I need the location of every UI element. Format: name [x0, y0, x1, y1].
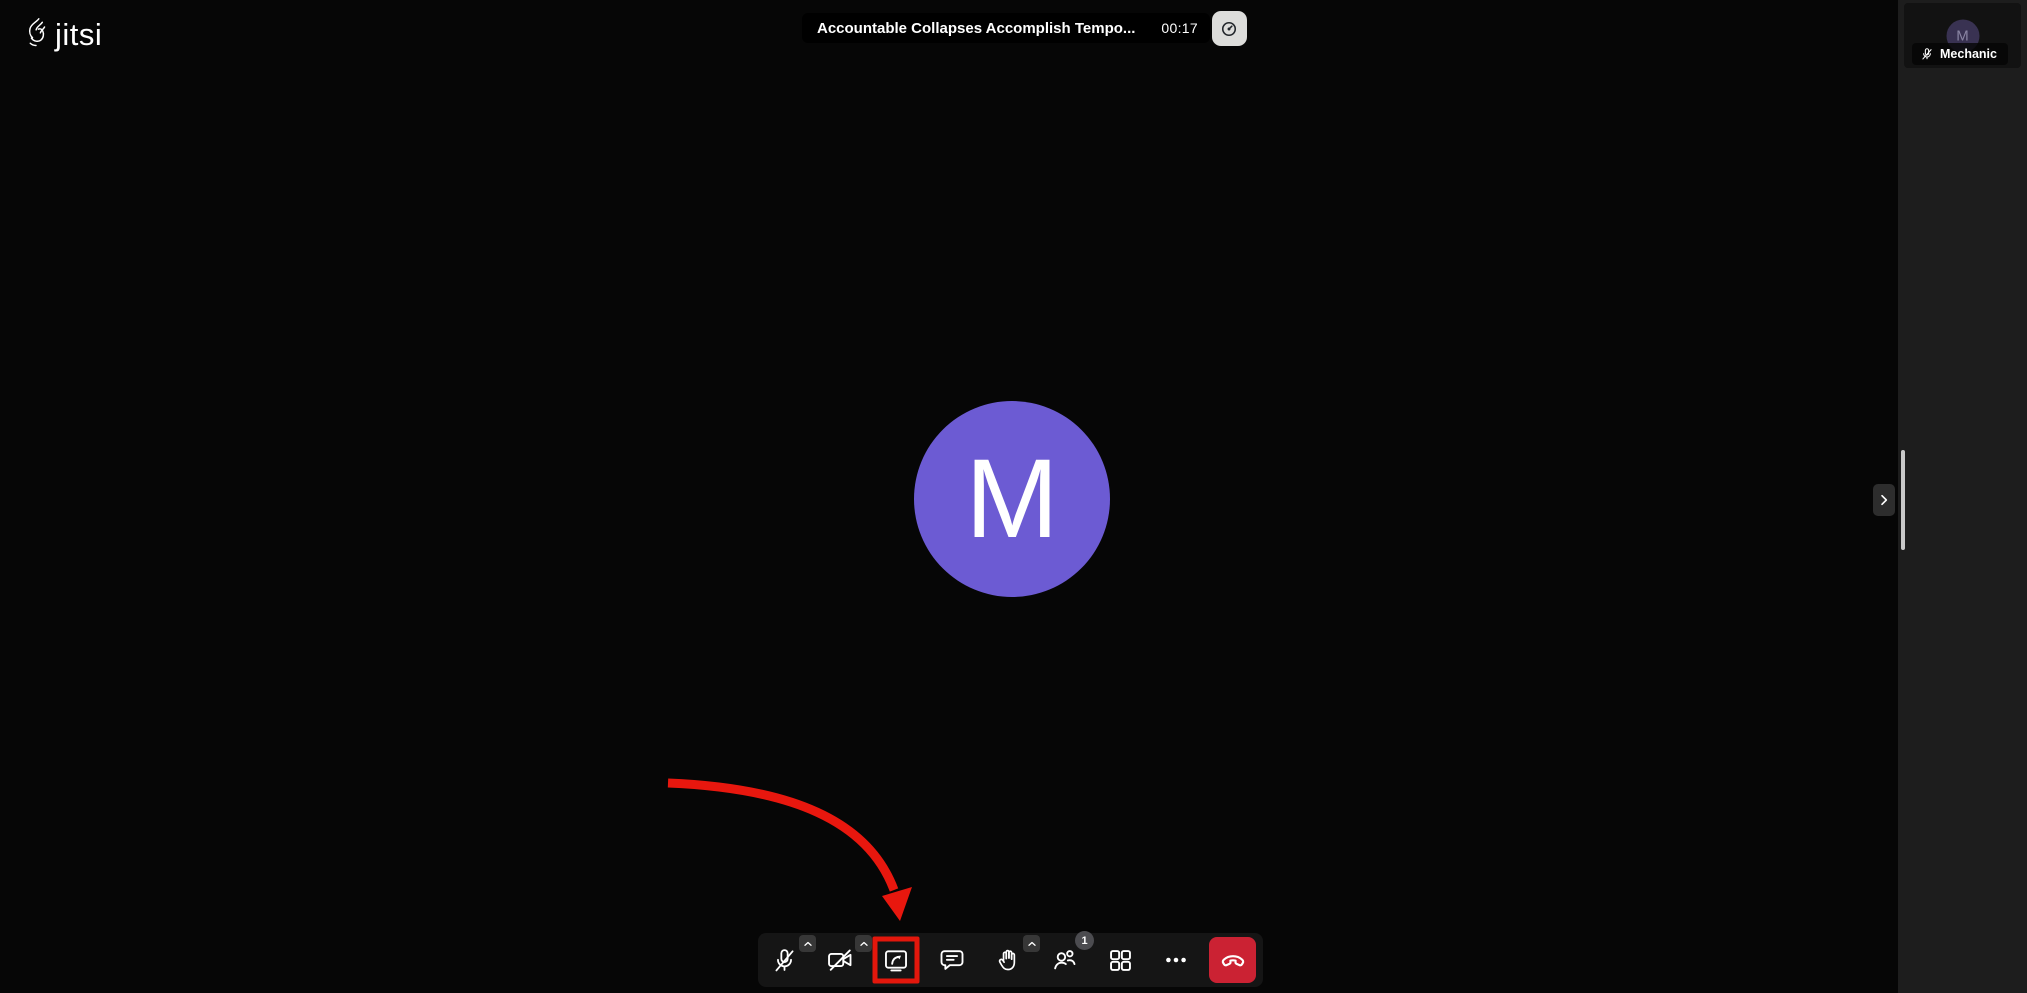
more-options-button[interactable] [1153, 937, 1199, 983]
participant-name: Mechanic [1940, 47, 1997, 61]
participants-count-badge: 1 [1075, 931, 1094, 950]
chat-icon [938, 946, 966, 974]
conference-info-bar: Accountable Collapses Accomplish Tempo..… [802, 11, 1247, 46]
jitsi-logo[interactable]: jitsi [22, 16, 102, 52]
hangup-button[interactable] [1209, 937, 1256, 983]
audio-settings-arrow-button[interactable] [799, 935, 816, 952]
chevron-right-icon [1876, 492, 1892, 508]
more-options-icon [1163, 947, 1189, 973]
participants-icon [1050, 946, 1078, 974]
meeting-timer: 00:17 [1161, 20, 1198, 36]
speedometer-icon [1219, 19, 1239, 39]
filmstrip-toggle-button[interactable] [1873, 484, 1895, 516]
toolbox: 1 [758, 933, 1263, 987]
hangup-icon [1218, 945, 1248, 975]
camera-muted-icon [826, 946, 854, 974]
logo-wordmark: jitsi [55, 19, 102, 50]
video-settings-arrow-button[interactable] [855, 935, 872, 952]
filmstrip-scrollbar[interactable] [1901, 450, 1905, 550]
reactions-arrow-button[interactable] [1023, 935, 1040, 952]
performance-settings-button[interactable] [1212, 11, 1247, 46]
participants-button[interactable]: 1 [1041, 937, 1087, 983]
avatar-initial: M [965, 443, 1058, 555]
screen-share-button[interactable] [873, 937, 919, 983]
participant-name-badge: Mechanic [1912, 43, 2008, 65]
raise-hand-button[interactable] [985, 937, 1031, 983]
filmstrip-panel: M Mechanic [1898, 0, 2027, 993]
subject-pill: Accountable Collapses Accomplish Tempo..… [802, 13, 1210, 43]
avatar-initial: M [1956, 27, 1969, 44]
jitsi-meeting-window: jitsi Accountable Collapses Accomplish T… [0, 0, 2027, 993]
avatar: M [914, 401, 1110, 597]
jitsi-hand-icon [22, 16, 50, 52]
microphone-muted-icon [1920, 47, 1934, 61]
tile-view-icon [1107, 947, 1134, 974]
tile-view-button[interactable] [1097, 937, 1143, 983]
participant-thumbnail[interactable]: M Mechanic [1904, 3, 2021, 68]
meeting-title: Accountable Collapses Accomplish Tempo..… [817, 20, 1135, 37]
screen-share-icon [882, 946, 910, 974]
raise-hand-icon [995, 947, 1022, 974]
chat-button[interactable] [929, 937, 975, 983]
camera-button[interactable] [817, 937, 863, 983]
mute-microphone-button[interactable] [761, 937, 807, 983]
microphone-muted-icon [771, 947, 798, 974]
